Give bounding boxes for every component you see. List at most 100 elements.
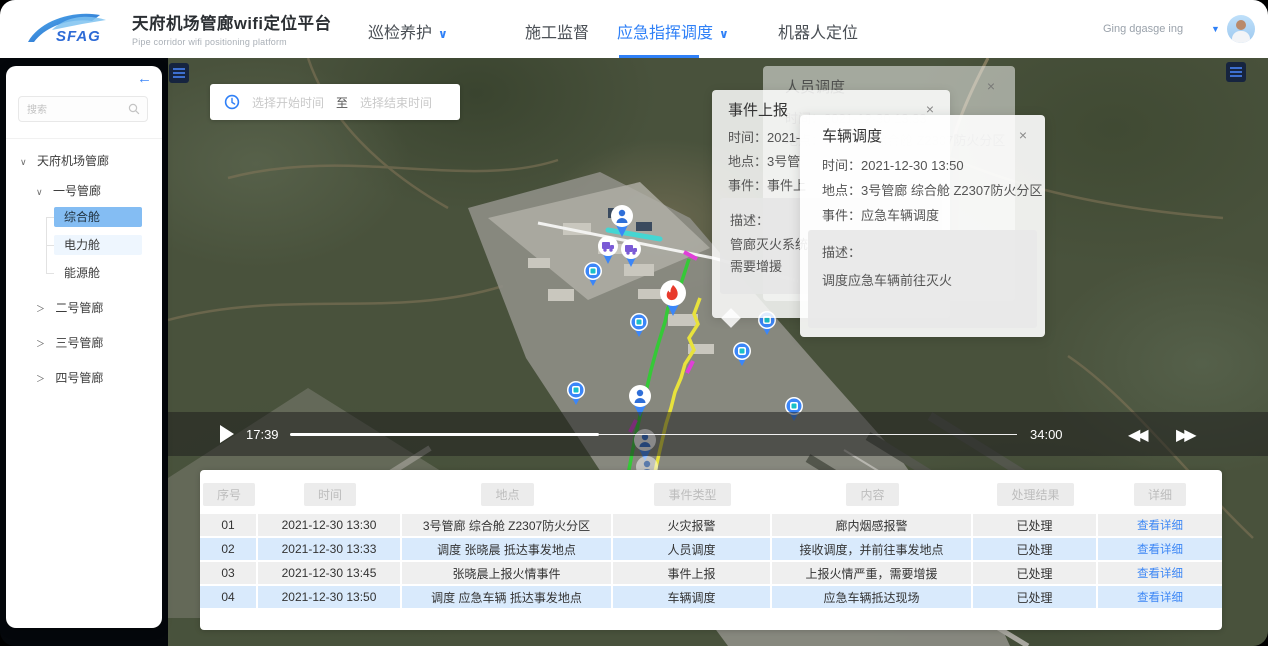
nav-inspection[interactable]: 巡检养护∨	[368, 19, 448, 43]
cell-event-type: 事件上报	[613, 562, 772, 584]
cell-location: 调度 张晓晨 抵达事发地点	[402, 538, 613, 560]
brand: 天府机场管廊wifi定位平台 Pipe corridor wifi positi…	[132, 10, 332, 47]
timeline-track[interactable]	[290, 433, 1017, 436]
col-header-location: 地点	[481, 483, 533, 506]
cell-time: 2021-12-30 13:30	[258, 514, 402, 536]
popup-description-box: 描述： 调度应急车辆前往灭火	[808, 230, 1037, 328]
col-header-content: 内容	[846, 483, 898, 506]
tree-node-root[interactable]: ∨ 天府机场管廊	[20, 152, 109, 169]
tree-leaf-integrated-cabin[interactable]: 综合舱	[54, 207, 142, 227]
platform-title: 天府机场管廊wifi定位平台	[132, 10, 332, 34]
view-detail-link[interactable]: 查看详细	[1098, 586, 1222, 608]
popup-location: 地点：3号管廊 综合舱 Z2307防火分区	[822, 180, 1042, 199]
chevron-down-icon: ∨	[719, 27, 729, 41]
popup-time: 时间：2021-	[728, 127, 800, 146]
col-header-event-type: 事件类型	[654, 483, 730, 506]
timeline-progress	[290, 433, 599, 436]
popup-title: 事件上报	[728, 99, 788, 120]
rewind-button[interactable]: ◀◀	[1128, 425, 1145, 445]
cell-content: 廊内烟感报警	[772, 514, 973, 536]
chevron-right-icon: ＞	[36, 339, 45, 349]
start-time-placeholder[interactable]: 选择开始时间	[252, 94, 324, 111]
tree-node-corridor-3[interactable]: ＞ 三号管廊	[36, 334, 103, 351]
view-detail-link[interactable]: 查看详细	[1098, 562, 1222, 584]
nav-construction[interactable]: 施工监督	[525, 19, 589, 43]
play-button[interactable]	[220, 425, 234, 443]
description-line: 需要增援	[730, 256, 782, 275]
popup-title: 车辆调度	[822, 125, 882, 146]
description-line: 管廊灭火系统	[730, 234, 808, 253]
tree-connector	[46, 245, 54, 246]
cell-content: 接收调度，并前往事发地点	[772, 538, 973, 560]
popup-location: 地点：3号管	[728, 151, 800, 170]
tree-leaf-power-cabin[interactable]: 电力舱	[54, 235, 142, 255]
cell-index: 02	[200, 538, 258, 560]
timeline-remaining	[599, 434, 1017, 435]
chevron-down-icon: ∨	[20, 157, 27, 167]
clock-icon	[224, 94, 240, 110]
fast-forward-button[interactable]: ▶▶	[1176, 425, 1193, 445]
cell-content: 上报火情严重，需要增援	[772, 562, 973, 584]
cell-location: 3号管廊 综合舱 Z2307防火分区	[402, 514, 613, 536]
user-dropdown-caret-icon[interactable]: ▼	[1211, 24, 1220, 34]
map-layers-button[interactable]	[169, 63, 189, 83]
cell-content: 应急车辆抵达现场	[772, 586, 973, 608]
events-table-panel: 序号 时间 地点 事件类型 内容 处理结果 详细 01 2021-12-30 1…	[200, 470, 1222, 630]
playback-timeline: 17:39 34:00 ◀◀ ▶▶	[168, 412, 1268, 456]
time-range-picker[interactable]: 选择开始时间 至 选择结束时间	[210, 84, 460, 120]
cell-result: 已处理	[973, 586, 1098, 608]
tree-node-corridor-1[interactable]: ∨ 一号管廊	[36, 182, 101, 199]
popup-time: 时间：2021-12-30 13:50	[822, 155, 964, 174]
satellite-map[interactable]: 选择开始时间 至 选择结束时间 人员调度 × 时间：2021-12-30 13:…	[168, 58, 1268, 646]
cell-event-type: 车辆调度	[613, 586, 772, 608]
user-name[interactable]: Ging dgasge ing	[1103, 23, 1183, 35]
app-window: SFAG 天府机场管廊wifi定位平台 Pipe corridor wifi p…	[0, 0, 1268, 646]
popup-event: 事件：应急车辆调度	[822, 205, 939, 224]
description-label: 描述：	[730, 210, 769, 229]
table-row: 02 2021-12-30 13:33 调度 张晓晨 抵达事发地点 人员调度 接…	[200, 538, 1222, 560]
cell-event-type: 人员调度	[613, 538, 772, 560]
tree-connector	[46, 273, 54, 274]
cell-result: 已处理	[973, 562, 1098, 584]
cell-location: 调度 应急车辆 抵达事发地点	[402, 586, 613, 608]
col-header-index: 序号	[203, 483, 255, 506]
search-icon	[128, 103, 140, 115]
col-header-result: 处理结果	[997, 483, 1073, 506]
close-icon[interactable]: ×	[987, 78, 995, 94]
cell-index: 01	[200, 514, 258, 536]
tree-leaf-energy-cabin[interactable]: 能源舱	[54, 263, 142, 283]
close-icon[interactable]: ×	[1019, 127, 1027, 143]
tree-node-corridor-2[interactable]: ＞ 二号管廊	[36, 299, 103, 316]
cell-event-type: 火灾报警	[613, 514, 772, 536]
collapse-sidebar-icon[interactable]: ←	[137, 70, 152, 87]
view-detail-link[interactable]: 查看详细	[1098, 514, 1222, 536]
divider	[6, 138, 162, 139]
chevron-down-icon: ∨	[36, 187, 43, 197]
end-time-placeholder[interactable]: 选择结束时间	[360, 94, 432, 111]
description-line: 调度应急车辆前往灭火	[822, 270, 952, 289]
chevron-right-icon: ＞	[36, 374, 45, 384]
svg-text:SFAG: SFAG	[56, 28, 101, 45]
sfag-logo-icon: SFAG	[22, 8, 122, 50]
popup-vehicle-dispatch: 车辆调度 × 时间：2021-12-30 13:50 地点：3号管廊 综合舱 Z…	[800, 115, 1045, 337]
table-row: 01 2021-12-30 13:30 3号管廊 综合舱 Z2307防火分区 火…	[200, 514, 1222, 536]
table-row: 03 2021-12-30 13:45 张晓晨上报火情事件 事件上报 上报火情严…	[200, 562, 1222, 584]
time-separator: 至	[336, 94, 348, 111]
cell-index: 04	[200, 586, 258, 608]
header: SFAG 天府机场管廊wifi定位平台 Pipe corridor wifi p…	[0, 0, 1268, 58]
cell-time: 2021-12-30 13:45	[258, 562, 402, 584]
map-layers-button-right[interactable]	[1226, 62, 1246, 82]
cell-location: 张晓晨上报火情事件	[402, 562, 613, 584]
nav-emergency-dispatch[interactable]: 应急指挥调度∨	[617, 19, 729, 43]
user-avatar[interactable]	[1227, 15, 1255, 43]
cell-result: 已处理	[973, 538, 1098, 560]
tree-connector	[46, 217, 54, 218]
chevron-right-icon: ＞	[36, 304, 45, 314]
view-detail-link[interactable]: 查看详细	[1098, 538, 1222, 560]
current-time: 17:39	[246, 427, 279, 442]
cell-index: 03	[200, 562, 258, 584]
table-header-row: 序号 时间 地点 事件类型 内容 处理结果 详细	[200, 482, 1222, 506]
nav-robot-positioning[interactable]: 机器人定位	[778, 19, 858, 43]
search-input[interactable]	[19, 97, 129, 123]
tree-node-corridor-4[interactable]: ＞ 四号管廊	[36, 369, 103, 386]
